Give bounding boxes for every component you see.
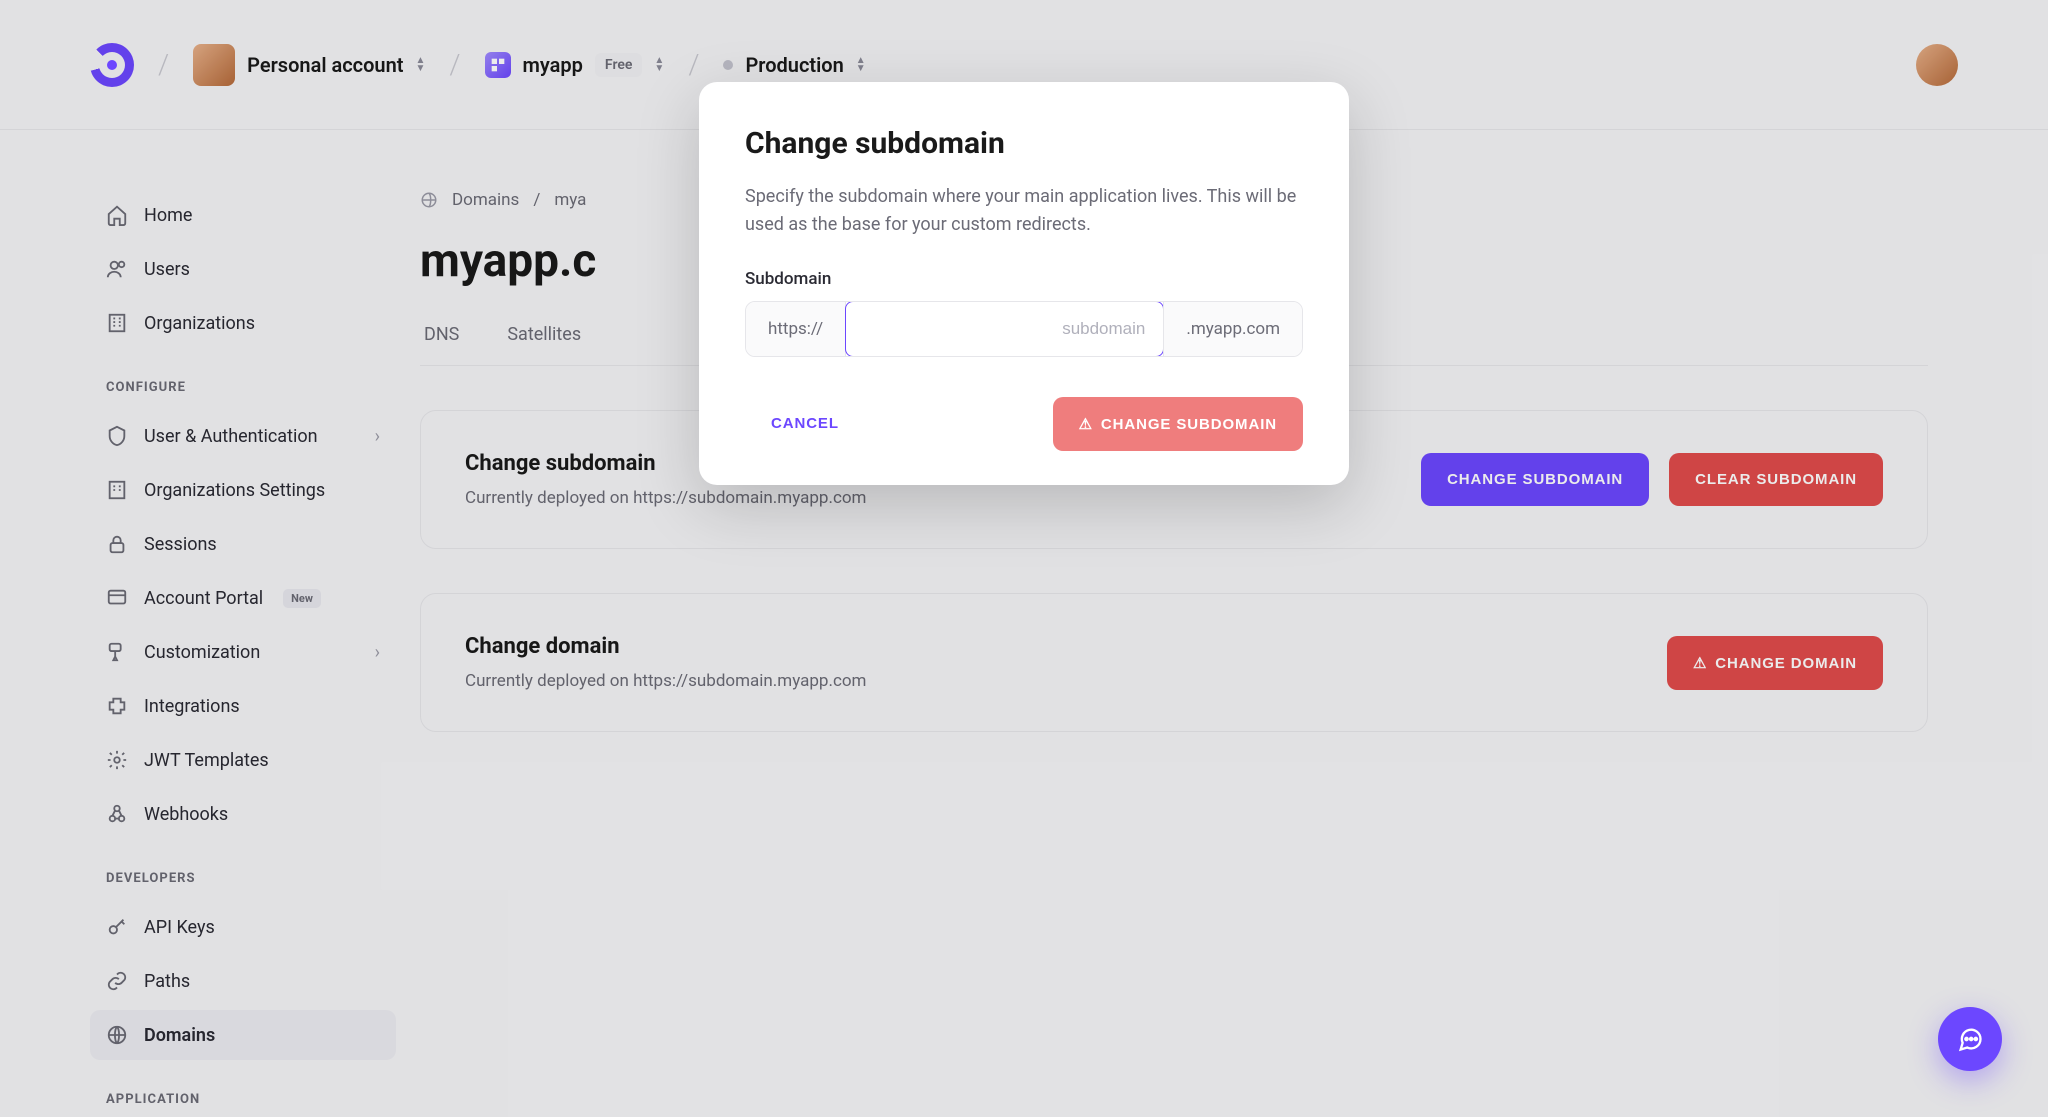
warning-icon: ⚠ [1079,416,1093,433]
help-chat-fab[interactable] [1938,1007,2002,1071]
modal-actions: Cancel ⚠ Change Subdomain [745,397,1303,451]
chat-icon [1956,1025,1984,1053]
subdomain-input-group: https:// .myapp.com [745,301,1303,357]
cancel-button[interactable]: Cancel [745,397,865,450]
subdomain-field-label: Subdomain [745,269,1303,289]
input-suffix: .myapp.com [1163,302,1302,356]
subdomain-input[interactable] [845,301,1164,357]
button-label: Change Subdomain [1101,416,1277,433]
submit-change-subdomain-button[interactable]: ⚠ Change Subdomain [1053,397,1303,451]
change-subdomain-modal: Change subdomain Specify the subdomain w… [699,82,1349,485]
modal-body: Specify the subdomain where your main ap… [745,183,1303,239]
input-prefix: https:// [746,302,846,356]
modal-title: Change subdomain [745,126,1303,161]
